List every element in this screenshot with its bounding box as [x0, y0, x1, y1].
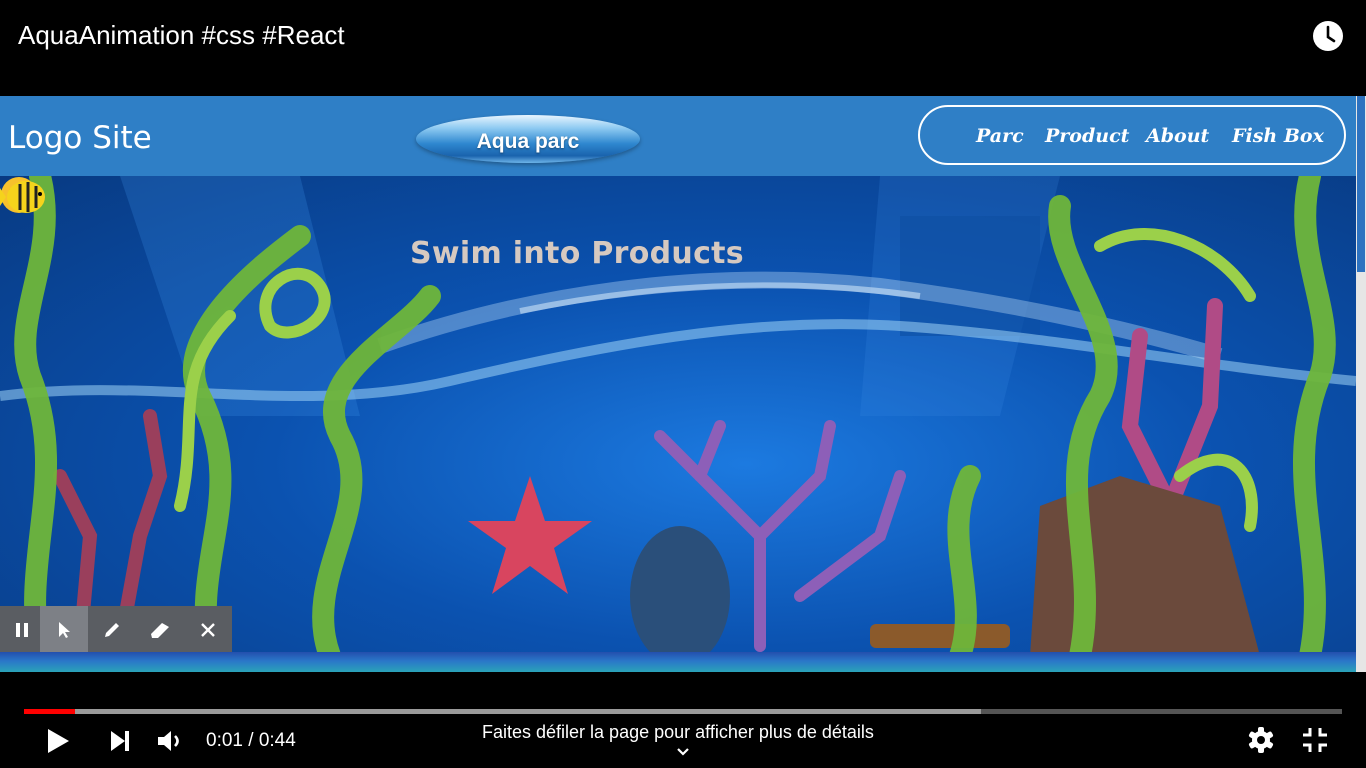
video-frame[interactable]: Logo Site Aqua parc Parc Product About F… — [0, 96, 1366, 672]
next-icon[interactable] — [108, 728, 132, 754]
nav-link-product[interactable]: Product — [1045, 125, 1129, 147]
pause-icon[interactable] — [0, 606, 44, 654]
exit-fullscreen-icon[interactable] — [1301, 726, 1329, 754]
hero-title: Swim into Products — [410, 236, 744, 271]
time-display: 0:01 / 0:44 — [206, 730, 296, 751]
page-scrollbar[interactable] — [1356, 96, 1366, 672]
scrollbar-thumb[interactable] — [1357, 96, 1365, 272]
page-footer-strip — [0, 652, 1356, 672]
scroll-hint-text[interactable]: Faites défiler la page pour afficher plu… — [482, 722, 874, 743]
site-navbar: Logo Site Aqua parc Parc Product About F… — [0, 96, 1356, 176]
video-title[interactable]: AquaAnimation #css #React — [18, 20, 345, 51]
annotation-toolbar — [0, 606, 232, 654]
progress-buffered — [24, 709, 981, 714]
aquarium-scene: Swim into Products — [0, 176, 1356, 656]
pencil-icon[interactable] — [90, 606, 134, 654]
nav-link-fish-box[interactable]: Fish Box — [1232, 125, 1324, 147]
chevron-down-icon[interactable] — [675, 746, 691, 758]
nav-link-about[interactable]: About — [1146, 125, 1209, 147]
yellow-fish-icon — [0, 181, 45, 213]
progress-played — [24, 709, 76, 714]
video-title-bar: AquaAnimation #css #React — [0, 0, 1366, 96]
play-icon[interactable] — [44, 726, 72, 756]
pointer-icon[interactable] — [40, 606, 88, 654]
settings-icon[interactable] — [1247, 726, 1275, 754]
volume-icon[interactable] — [156, 727, 184, 755]
clock-icon[interactable] — [1312, 20, 1344, 52]
player-controls: 0:01 / 0:44 Faites défiler la page pour … — [0, 672, 1366, 768]
site-nav-menu: Parc Product About Fish Box — [918, 105, 1346, 165]
aqua-parc-label: Aqua parc — [476, 130, 580, 153]
site-logo[interactable]: Logo Site — [8, 120, 152, 156]
eraser-icon[interactable] — [138, 606, 182, 654]
progress-bar[interactable] — [24, 709, 1342, 714]
aqua-parc-button[interactable]: Aqua parc — [416, 115, 640, 163]
nav-link-parc[interactable]: Parc — [976, 125, 1024, 147]
close-icon[interactable] — [186, 606, 230, 654]
